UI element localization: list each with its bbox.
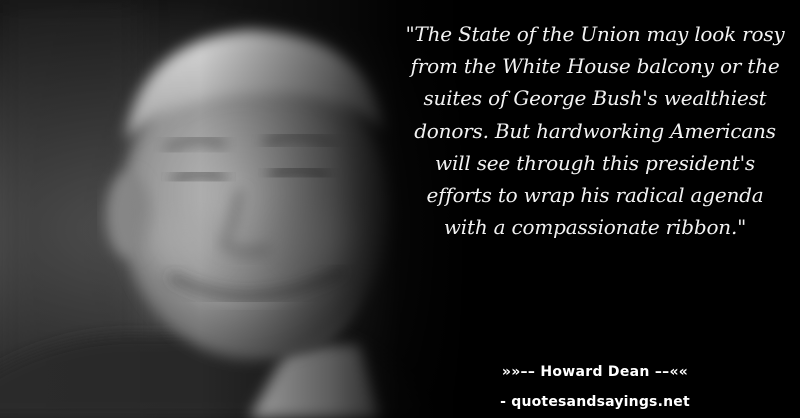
quote-card: "The State of the Union may look rosy fr… [0,0,800,418]
quote-author: »»–– Howard Dean ––«« [501,364,689,380]
source-site: - quotesandsayings.net [500,394,690,410]
quote-text: "The State of the Union may look rosy fr… [405,22,785,240]
